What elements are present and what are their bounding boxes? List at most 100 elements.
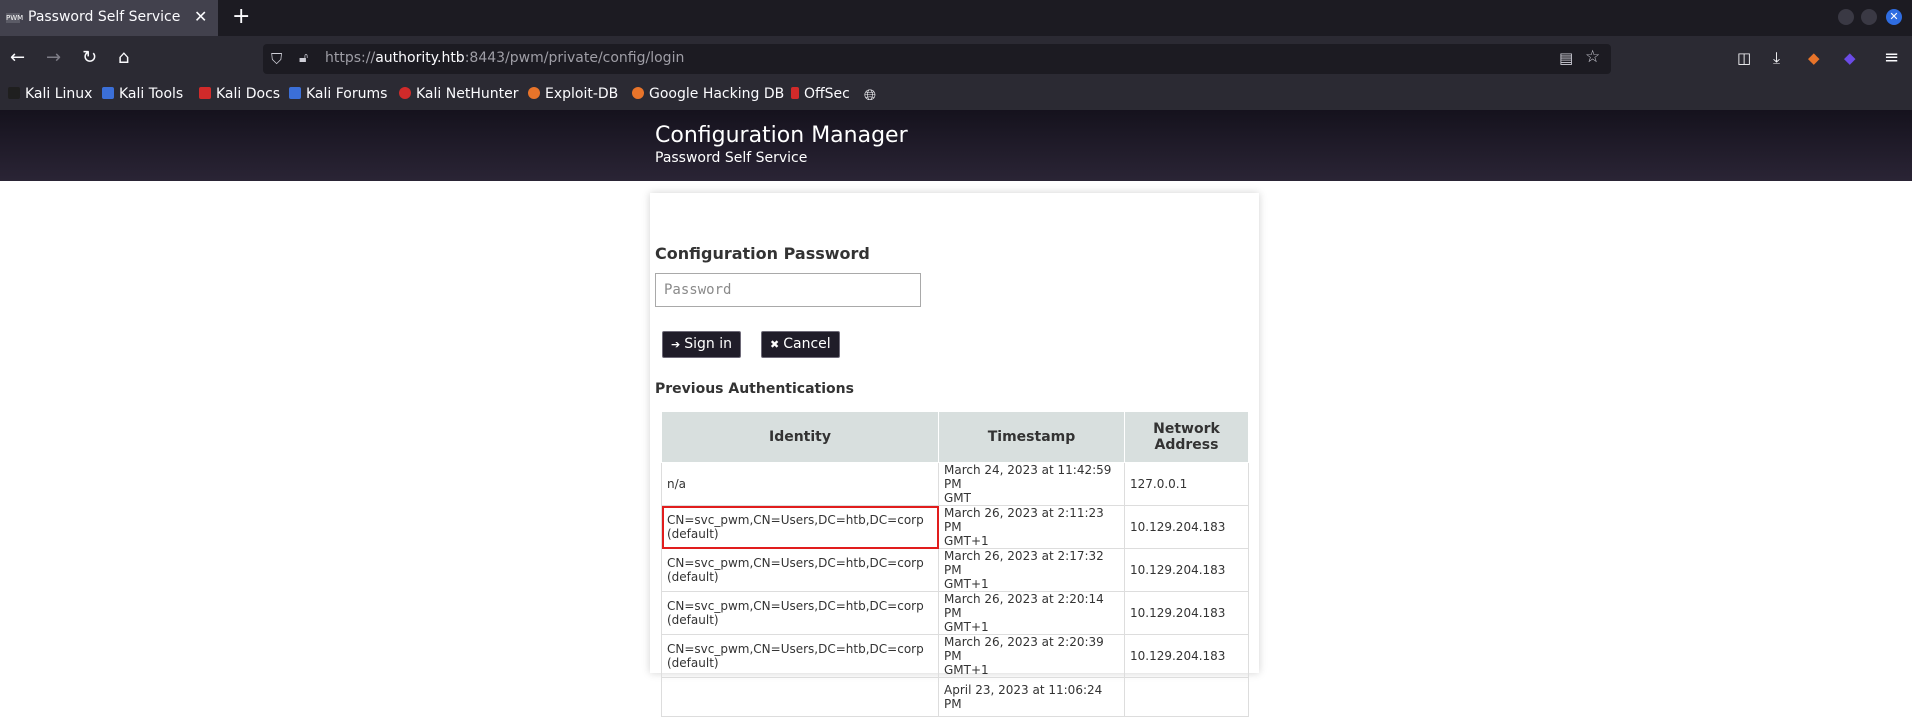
tab-close-icon[interactable]: ✕ bbox=[194, 7, 207, 26]
bookmark-kali-forums[interactable]: Kali Forums bbox=[289, 86, 387, 102]
kali-dragon-icon bbox=[8, 87, 20, 99]
table-row: n/a March 24, 2023 at 11:42:59 PM GMT 127.0… bbox=[661, 462, 1249, 506]
bookmark-exploit-db[interactable]: Exploit-DB bbox=[528, 86, 618, 102]
cancel-x-icon: ✖ bbox=[770, 338, 780, 351]
browser-tab-active[interactable]: PWM Password Self Service ✕ bbox=[0, 0, 218, 36]
identity-dn: n/a bbox=[667, 477, 687, 491]
cell-timestamp: March 26, 2023 at 2:17:32 PM GMT+1 bbox=[938, 548, 1125, 592]
cell-timestamp: March 26, 2023 at 2:20:14 PM GMT+1 bbox=[938, 591, 1125, 635]
bookmark-kali-nethunter[interactable]: Kali NetHunter bbox=[399, 86, 518, 102]
home-icon[interactable]: ⌂ bbox=[118, 48, 129, 68]
identity-dn: CN=svc_pwm,CN=Users,DC=htb,DC=corp bbox=[667, 642, 924, 656]
timestamp-zone: GMT bbox=[944, 491, 971, 505]
tracking-shield-icon[interactable]: ⛉ bbox=[271, 50, 282, 68]
bookmark-kali-docs[interactable]: Kali Docs bbox=[199, 86, 280, 102]
cell-identity: CN=svc_pwm,CN=Users,DC=htb,DC=corp (defau… bbox=[661, 548, 939, 592]
timestamp-date: March 26, 2023 at 2:11:23 PM bbox=[944, 506, 1104, 534]
config-login-card: Configuration Password ➔ Sign in ✖ Cancel … bbox=[650, 193, 1259, 717]
kali-tools-icon bbox=[102, 87, 114, 99]
reload-icon[interactable]: ↻ bbox=[82, 48, 97, 68]
timestamp-date: March 26, 2023 at 2:17:32 PM bbox=[944, 549, 1104, 577]
kali-forums-icon bbox=[289, 87, 301, 99]
cell-timestamp: March 26, 2023 at 2:11:23 PM GMT+1 bbox=[938, 505, 1125, 549]
cell-identity: CN=svc_pwm,CN=Users,DC=htb,DC=corp (defau… bbox=[661, 634, 939, 678]
cell-network-address: 10.129.204.183 bbox=[1124, 591, 1249, 635]
cell-network-address bbox=[1124, 677, 1249, 717]
cell-timestamp: March 26, 2023 at 2:20:39 PM GMT+1 bbox=[938, 634, 1125, 678]
timestamp-date: March 26, 2023 at 2:20:14 PM bbox=[944, 592, 1104, 620]
insecure-lock-icon[interactable]: 🔓︎ bbox=[299, 50, 308, 66]
url-text[interactable]: https://authority.htb:8443/pwm/private/c… bbox=[325, 50, 684, 66]
back-arrow-icon[interactable]: ← bbox=[10, 48, 25, 68]
identity-profile: (default) bbox=[667, 656, 719, 670]
column-header-identity: Identity bbox=[661, 411, 939, 463]
bookmark-google-hacking-db[interactable]: Google Hacking DB bbox=[632, 86, 784, 102]
timestamp-zone: GMT+1 bbox=[944, 534, 989, 548]
browser-nav-bar: ← → ↻ ⌂ ⛉ 🔓︎ https://authority.htb:8443/… bbox=[0, 36, 1912, 82]
pocket-icon[interactable]: ◫ bbox=[1737, 48, 1751, 68]
extension-purple-icon[interactable]: ◆ bbox=[1844, 48, 1856, 68]
window-minimize-button[interactable] bbox=[1838, 9, 1854, 25]
address-bar[interactable]: ⛉ 🔓︎ https://authority.htb:8443/pwm/priv… bbox=[263, 44, 1611, 74]
url-path: :8443/pwm/private/config/login bbox=[464, 50, 685, 66]
url-scheme: https:// bbox=[325, 50, 376, 66]
offsec-icon bbox=[791, 87, 799, 99]
cell-identity bbox=[661, 677, 939, 717]
cancel-button[interactable]: ✖ Cancel bbox=[761, 331, 840, 358]
exploit-db-icon bbox=[528, 87, 540, 99]
cell-network-address: 10.129.204.183 bbox=[1124, 505, 1249, 549]
config-password-label: Configuration Password bbox=[655, 244, 870, 263]
timestamp-date: March 24, 2023 at 11:42:59 PM bbox=[944, 463, 1112, 491]
page-header: Configuration Manager Password Self Serv… bbox=[0, 110, 1912, 181]
timestamp-zone: GMT+1 bbox=[944, 663, 989, 677]
page-subtitle: Password Self Service bbox=[655, 150, 808, 166]
identity-dn: CN=svc_pwm,CN=Users,DC=htb,DC=corp bbox=[667, 513, 924, 527]
table-header-row: Identity Timestamp Network Address bbox=[661, 411, 1249, 463]
cell-identity: CN=svc_pwm,CN=Users,DC=htb,DC=corp (defau… bbox=[661, 591, 939, 635]
cell-timestamp: March 24, 2023 at 11:42:59 PM GMT bbox=[938, 462, 1125, 506]
bookmark-offsec[interactable]: OffSec bbox=[791, 86, 850, 102]
sign-in-button[interactable]: ➔ Sign in bbox=[662, 331, 741, 358]
page-title: Configuration Manager bbox=[655, 123, 908, 148]
table-row: April 23, 2023 at 11:06:24 PM bbox=[661, 677, 1249, 717]
browser-tab-bar: PWM Password Self Service ✕ + ✕ bbox=[0, 0, 1912, 36]
cell-identity: n/a bbox=[661, 462, 939, 506]
cell-timestamp: April 23, 2023 at 11:06:24 PM bbox=[938, 677, 1125, 717]
url-host: authority.htb bbox=[375, 50, 465, 66]
extension-fox-icon[interactable]: ◆ bbox=[1808, 48, 1820, 68]
column-header-timestamp: Timestamp bbox=[938, 411, 1125, 463]
new-tab-plus-icon[interactable]: + bbox=[232, 4, 250, 29]
identity-profile: (default) bbox=[667, 527, 719, 541]
table-row: CN=svc_pwm,CN=Users,DC=htb,DC=corp (defau… bbox=[661, 591, 1249, 635]
bookmarks-toolbar: Kali Linux Kali Tools Kali Docs Kali For… bbox=[0, 82, 1912, 110]
window-close-button[interactable]: ✕ bbox=[1886, 9, 1902, 25]
previous-authentications-label: Previous Authentications bbox=[655, 381, 854, 397]
config-password-input[interactable] bbox=[655, 273, 921, 307]
timestamp-date: March 26, 2023 at 2:20:39 PM bbox=[944, 635, 1104, 663]
previous-authentications-table: Identity Timestamp Network Address n/a Ma… bbox=[661, 411, 1249, 717]
cell-network-address: 10.129.204.183 bbox=[1124, 634, 1249, 678]
cell-network-address: 127.0.0.1 bbox=[1124, 462, 1249, 506]
sign-in-icon: ➔ bbox=[671, 338, 681, 351]
globe-icon[interactable]: 🌐︎ bbox=[864, 86, 876, 104]
timestamp-zone: GMT+1 bbox=[944, 620, 989, 634]
kali-nethunter-icon bbox=[399, 87, 411, 99]
kali-docs-icon bbox=[199, 87, 211, 99]
column-header-network-address: Network Address bbox=[1124, 411, 1249, 463]
identity-dn: CN=svc_pwm,CN=Users,DC=htb,DC=corp bbox=[667, 599, 924, 613]
bookmark-star-icon[interactable]: ☆ bbox=[1585, 47, 1600, 67]
table-row: CN=svc_pwm,CN=Users,DC=htb,DC=corp (defau… bbox=[661, 548, 1249, 592]
forward-arrow-icon[interactable]: → bbox=[46, 48, 61, 68]
menu-hamburger-icon[interactable]: ≡ bbox=[1884, 48, 1899, 68]
pwm-favicon-icon: PWM bbox=[6, 13, 24, 23]
reader-view-icon[interactable]: ▤ bbox=[1559, 49, 1573, 67]
window-maximize-button[interactable] bbox=[1861, 9, 1877, 25]
downloads-icon[interactable]: ⤓ bbox=[1773, 48, 1780, 68]
table-row: CN=svc_pwm,CN=Users,DC=htb,DC=corp (defau… bbox=[661, 505, 1249, 549]
table-row: CN=svc_pwm,CN=Users,DC=htb,DC=corp (defau… bbox=[661, 634, 1249, 678]
bookmark-kali-linux[interactable]: Kali Linux bbox=[8, 86, 92, 102]
timestamp-zone: GMT+1 bbox=[944, 577, 989, 591]
timestamp-date: April 23, 2023 at 11:06:24 PM bbox=[944, 683, 1103, 711]
tab-title: Password Self Service bbox=[28, 9, 181, 25]
bookmark-kali-tools[interactable]: Kali Tools bbox=[102, 86, 183, 102]
